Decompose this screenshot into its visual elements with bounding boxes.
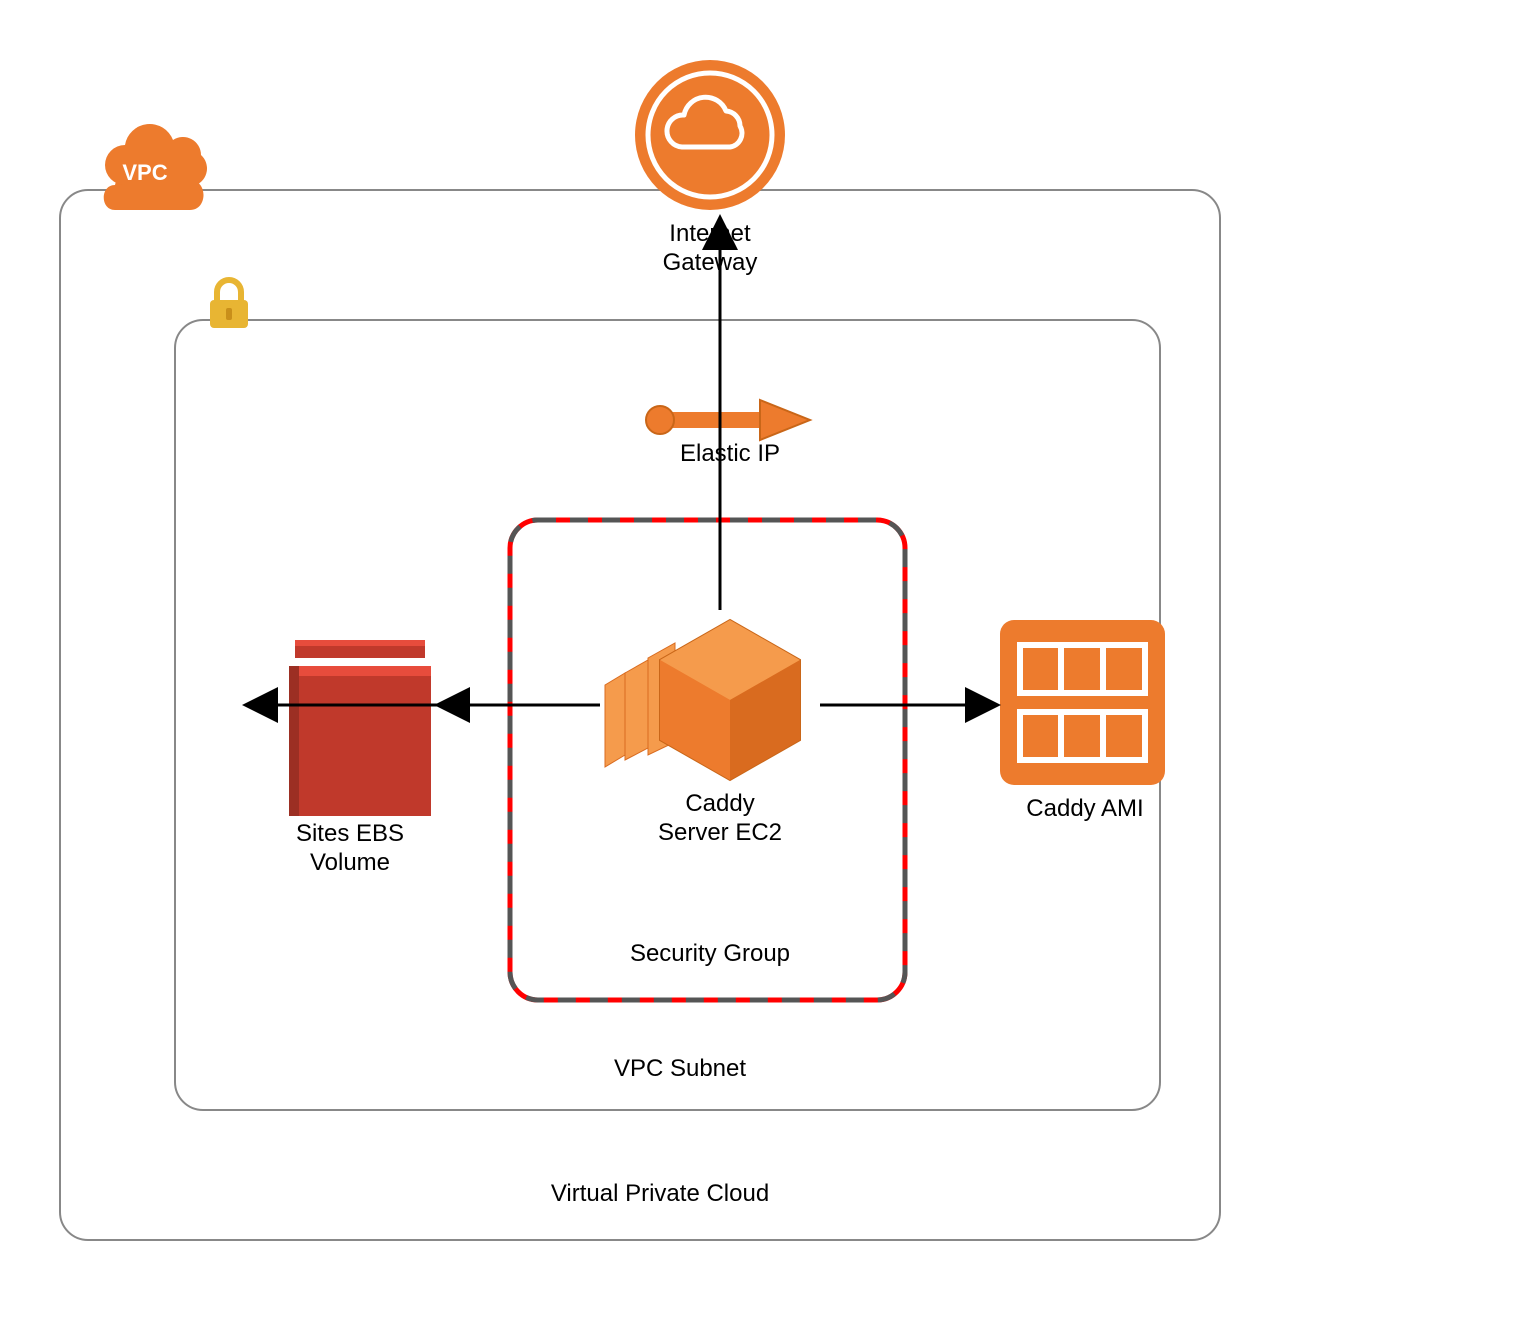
vpc-cloud-icon-2: VPC (105, 124, 207, 185)
internet-gateway-icon (635, 60, 785, 210)
internet-gateway-label: Internet Gateway (620, 220, 800, 278)
ec2-icon (605, 620, 800, 780)
ec2-label: Caddy Server EC2 (620, 790, 820, 848)
svg-text:VPC: VPC (122, 160, 167, 185)
elastic-ip-label: Elastic IP (650, 440, 810, 469)
ami-icon (1000, 620, 1165, 785)
subnet-label: VPC Subnet (560, 1055, 800, 1084)
elastic-ip-icon (646, 400, 810, 440)
security-group-label: Security Group (590, 940, 830, 969)
ebs-label: Sites EBS Volume (250, 820, 450, 878)
ami-label: Caddy AMI (1000, 795, 1170, 824)
ebs-volume-icon (289, 640, 431, 816)
vpc-label: Virtual Private Cloud (500, 1180, 820, 1209)
lock-icon (210, 280, 248, 328)
architecture-diagram: VPC (0, 0, 1536, 1336)
